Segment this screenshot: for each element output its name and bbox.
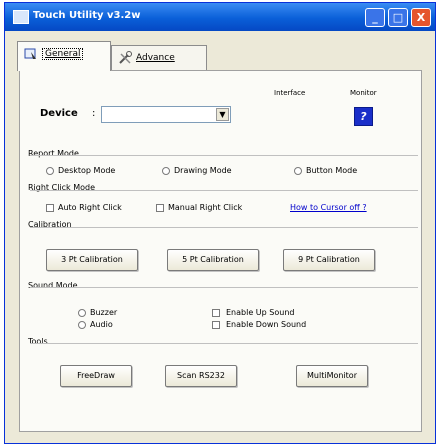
tab-general[interactable]: General <box>17 41 111 71</box>
desktop-mode-label: Desktop Mode <box>58 166 116 175</box>
auto-right-click-checkbox[interactable] <box>46 204 54 212</box>
tools-divider <box>30 343 418 344</box>
calibration-divider <box>30 227 418 228</box>
tab-general-label: General <box>42 48 84 60</box>
report-mode-divider <box>30 155 418 156</box>
drawing-mode-label: Drawing Mode <box>174 166 232 175</box>
minimize-button[interactable]: _ <box>365 8 385 27</box>
general-panel: Device : ▼ Interface Monitor ? Report Mo… <box>19 70 422 432</box>
manual-right-click-checkbox[interactable] <box>156 204 164 212</box>
right-click-divider <box>30 190 418 191</box>
tab-advance[interactable]: Advance <box>111 45 207 71</box>
button-mode-radio[interactable] <box>294 167 302 175</box>
sound-mode-divider <box>30 287 418 288</box>
device-select[interactable]: ▼ <box>101 106 231 123</box>
window-title: Touch Utility v3.2w <box>33 10 141 21</box>
buzzer-label: Buzzer <box>90 308 118 317</box>
button-mode-label: Button Mode <box>306 166 358 175</box>
title-bar[interactable]: Touch Utility v3.2w _ □ X <box>5 3 435 31</box>
calibrate-9pt-button[interactable]: 9 Pt Calibration <box>283 249 375 271</box>
interface-label: Interface <box>274 89 306 97</box>
touch-utility-window: Touch Utility v3.2w _ □ X General Advanc… <box>4 2 436 444</box>
scan-rs232-button[interactable]: Scan RS232 <box>165 365 237 387</box>
device-label: Device <box>40 108 78 119</box>
tools-tab-icon <box>118 51 132 65</box>
report-mode-title: Report Mode <box>28 149 79 158</box>
enable-up-sound-label: Enable Up Sound <box>226 308 295 317</box>
app-icon <box>13 10 29 24</box>
enable-down-sound-label: Enable Down Sound <box>226 320 307 329</box>
maximize-button[interactable]: □ <box>388 8 408 27</box>
monitor-label: Monitor <box>350 89 377 97</box>
auto-right-click-label: Auto Right Click <box>58 203 122 212</box>
calibrate-5pt-button[interactable]: 5 Pt Calibration <box>167 249 259 271</box>
touch-tab-icon <box>24 47 38 61</box>
calibrate-3pt-button[interactable]: 3 Pt Calibration <box>46 249 138 271</box>
multimonitor-button[interactable]: MultiMonitor <box>296 365 368 387</box>
tools-title: Tools <box>28 337 48 346</box>
audio-radio[interactable] <box>78 321 86 329</box>
audio-label: Audio <box>90 320 113 329</box>
desktop-mode-radio[interactable] <box>46 167 54 175</box>
sound-mode-title: Sound Mode <box>28 281 78 290</box>
enable-down-sound-checkbox[interactable] <box>212 321 220 329</box>
freedraw-button[interactable]: FreeDraw <box>60 365 132 387</box>
chevron-down-icon[interactable]: ▼ <box>216 108 229 121</box>
tab-advance-label: Advance <box>136 53 175 63</box>
help-icon[interactable]: ? <box>354 107 373 126</box>
drawing-mode-radio[interactable] <box>162 167 170 175</box>
enable-up-sound-checkbox[interactable] <box>212 309 220 317</box>
manual-right-click-label: Manual Right Click <box>168 203 243 212</box>
close-button[interactable]: X <box>411 8 431 27</box>
cursor-off-help-link[interactable]: How to Cursor off ? <box>290 203 367 212</box>
buzzer-radio[interactable] <box>78 309 86 317</box>
